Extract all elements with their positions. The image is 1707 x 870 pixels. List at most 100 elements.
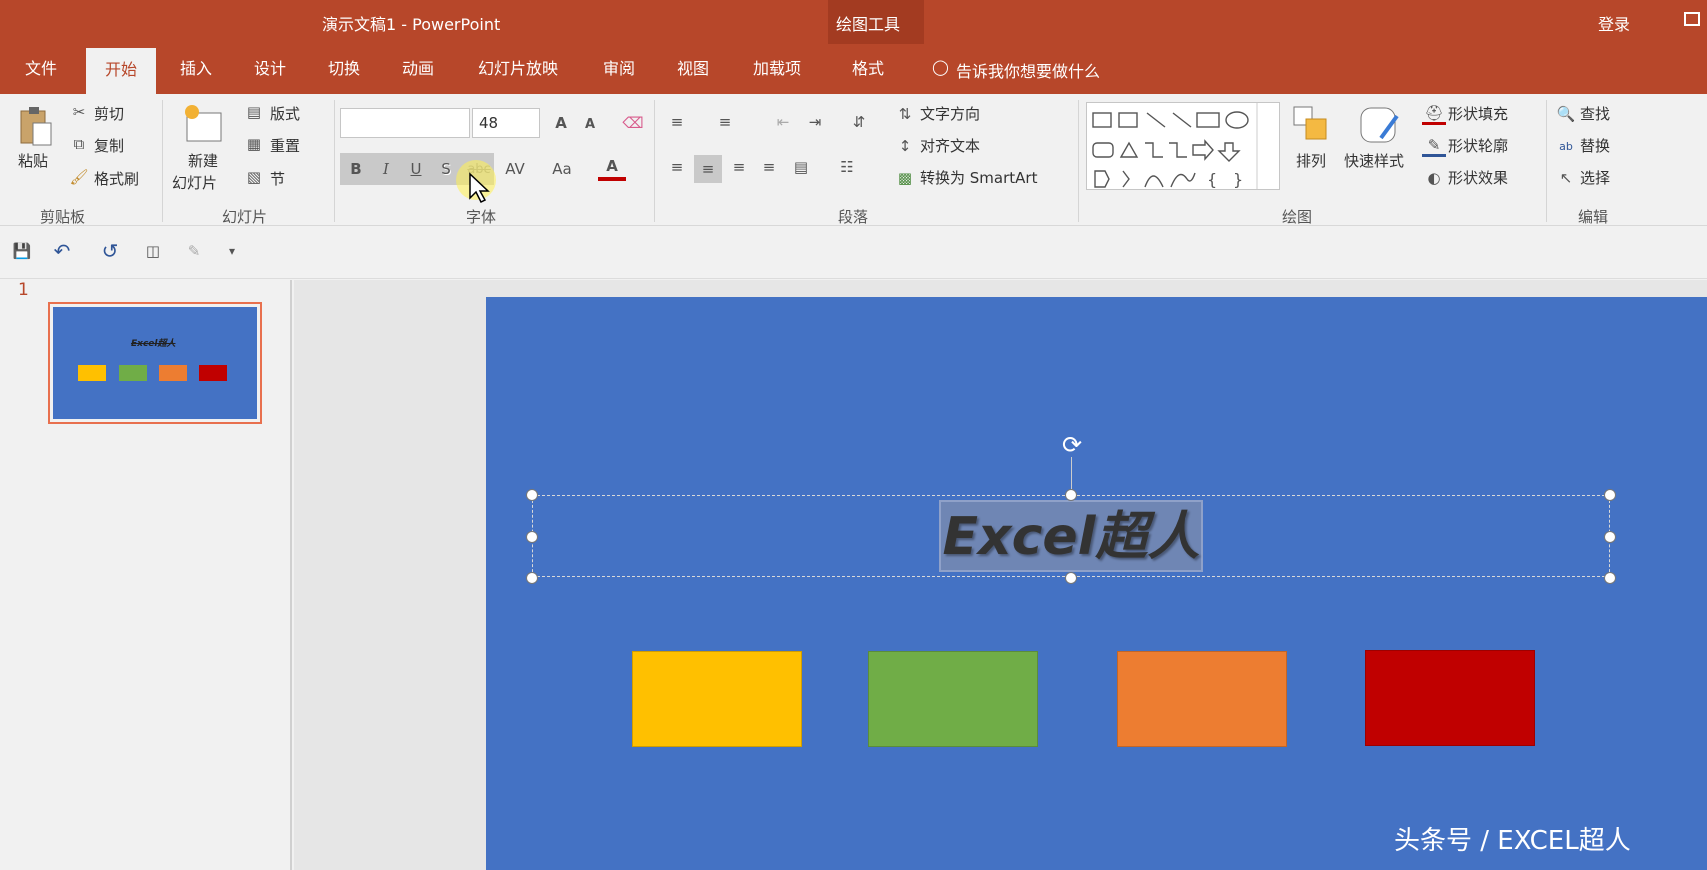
justify-icon[interactable]: ≡ [756, 155, 782, 179]
tell-me-box[interactable]: 告诉我你想要做什么 [956, 58, 1100, 82]
resize-handle[interactable] [526, 489, 538, 501]
ribbon-display-options-icon[interactable] [1684, 12, 1700, 26]
bold-button[interactable]: B [344, 157, 368, 181]
layout-button[interactable]: 版式 [270, 103, 300, 124]
shape-effects-icon[interactable]: ◐ [1422, 167, 1446, 189]
format-painter-button[interactable]: 格式刷 [94, 168, 139, 189]
reset-icon[interactable]: ▦ [244, 135, 264, 153]
copy-icon[interactable]: ⧉ [70, 135, 88, 153]
yellow-rectangle[interactable] [632, 651, 802, 747]
font-size-combo[interactable]: 48 [472, 108, 540, 138]
format-painter-icon[interactable]: 🖌 [69, 168, 88, 186]
tab-transitions[interactable]: 切换 [310, 44, 378, 94]
paste-icon[interactable] [16, 104, 54, 148]
align-text-button[interactable]: 对齐文本 [920, 135, 980, 156]
decrease-indent-icon[interactable]: ⇤ [770, 110, 796, 134]
align-text-icon[interactable]: ↕ [894, 135, 916, 157]
new-slide-icon[interactable] [182, 102, 226, 148]
resize-handle[interactable] [526, 572, 538, 584]
tab-animations[interactable]: 动画 [384, 44, 452, 94]
shadow-button[interactable]: S [434, 157, 458, 181]
text-direction-icon[interactable]: ⇅ [894, 103, 916, 125]
title-textbox[interactable]: Excel超人 [532, 495, 1610, 577]
bullets-icon[interactable]: ≡ [664, 110, 690, 134]
slide-title[interactable]: Excel超人 [911, 502, 1231, 572]
paste-label[interactable]: 粘贴 [18, 150, 48, 171]
copy-button[interactable]: 复制 [94, 135, 124, 156]
start-slideshow-icon[interactable]: ◫ [140, 239, 166, 263]
layout-icon[interactable]: ▤ [244, 103, 264, 121]
tab-format[interactable]: 格式 [834, 44, 902, 94]
tab-insert[interactable]: 插入 [162, 44, 230, 94]
convert-smartart-button[interactable]: 转换为 SmartArt [920, 167, 1037, 188]
shape-effects-button[interactable]: 形状效果 [1448, 167, 1508, 188]
save-icon[interactable]: 💾 [10, 239, 34, 263]
shrink-font-icon[interactable]: A [580, 114, 600, 134]
signin-link[interactable]: 登录 [1598, 11, 1630, 35]
arrange-icon[interactable] [1290, 104, 1334, 146]
tab-addins[interactable]: 加载项 [738, 44, 816, 94]
section-button[interactable]: 节 [270, 168, 285, 189]
line-spacing-icon[interactable]: ⇵ [846, 110, 872, 134]
resize-handle[interactable] [1604, 531, 1616, 543]
cut-icon[interactable]: ✂ [70, 103, 88, 121]
center-icon[interactable]: ≡ [694, 155, 722, 183]
distributed-icon[interactable]: ▤ [788, 155, 814, 179]
smartart-icon[interactable]: ▩ [894, 167, 916, 189]
columns-icon[interactable]: ☷ [832, 155, 862, 179]
cut-button[interactable]: 剪切 [94, 103, 124, 124]
align-right-icon[interactable]: ≡ [726, 155, 752, 179]
shape-outline-icon[interactable]: ✎ [1422, 135, 1446, 157]
italic-button[interactable]: I [374, 157, 398, 181]
shapes-gallery[interactable]: { } [1086, 102, 1280, 190]
resize-handle[interactable] [1065, 489, 1077, 501]
red-rectangle[interactable] [1365, 650, 1535, 746]
arrange-button[interactable]: 排列 [1296, 150, 1326, 171]
tab-design[interactable]: 设计 [236, 44, 304, 94]
select-button[interactable]: 选择 [1580, 167, 1610, 188]
undo-icon[interactable]: ↶ [50, 239, 74, 263]
section-icon[interactable]: ▧ [244, 168, 264, 186]
new-slide-label-line1[interactable]: 新建 [188, 150, 218, 171]
character-spacing-button[interactable]: AV [496, 157, 534, 181]
shape-fill-icon[interactable]: ⛑ [1422, 103, 1446, 125]
tab-review[interactable]: 审阅 [584, 44, 654, 94]
redo-icon[interactable]: ↺ [98, 239, 122, 263]
new-slide-label-line2[interactable]: 幻灯片 [172, 172, 217, 193]
touch-mode-icon[interactable]: ✎ [182, 239, 206, 263]
grow-font-icon[interactable]: A [550, 112, 572, 134]
replace-icon[interactable]: ab [1556, 135, 1576, 157]
replace-button[interactable]: 替换 [1580, 135, 1610, 156]
resize-handle[interactable] [1604, 572, 1616, 584]
find-icon[interactable]: 🔍 [1556, 103, 1576, 125]
tab-slideshow[interactable]: 幻灯片放映 [466, 44, 570, 94]
font-name-combo[interactable] [340, 108, 470, 138]
numbering-icon[interactable]: ≡ [712, 110, 738, 134]
quick-styles-button[interactable]: 快速样式 [1344, 150, 1404, 171]
tab-file[interactable]: 文件 [10, 44, 72, 94]
clear-formatting-icon[interactable]: ⌫ [622, 112, 644, 134]
rotate-handle-icon[interactable]: ⟳ [1058, 431, 1086, 459]
find-button[interactable]: 查找 [1580, 103, 1610, 124]
align-left-icon[interactable]: ≡ [664, 155, 690, 179]
underline-button[interactable]: U [404, 157, 428, 181]
reset-button[interactable]: 重置 [270, 135, 300, 156]
slide-canvas[interactable]: ⟳ Excel超人 [486, 297, 1707, 870]
green-rectangle[interactable] [868, 651, 1038, 747]
increase-indent-icon[interactable]: ⇥ [802, 110, 828, 134]
select-icon[interactable]: ↖ [1556, 167, 1576, 189]
text-direction-button[interactable]: 文字方向 [920, 103, 980, 124]
quick-styles-icon[interactable] [1356, 104, 1402, 148]
tab-view[interactable]: 视图 [660, 44, 726, 94]
shape-fill-button[interactable]: 形状填充 [1448, 103, 1508, 124]
change-case-button[interactable]: Aa [542, 157, 582, 181]
slide-thumbnail[interactable]: Excel超人 [48, 302, 262, 424]
resize-handle[interactable] [1065, 572, 1077, 584]
font-color-button[interactable]: A [598, 155, 626, 181]
shape-outline-button[interactable]: 形状轮廓 [1448, 135, 1508, 156]
resize-handle[interactable] [526, 531, 538, 543]
resize-handle[interactable] [1604, 489, 1616, 501]
tab-home[interactable]: 开始 [86, 48, 156, 94]
orange-rectangle[interactable] [1117, 651, 1287, 747]
customize-qat-icon[interactable]: ▾ [222, 241, 242, 261]
